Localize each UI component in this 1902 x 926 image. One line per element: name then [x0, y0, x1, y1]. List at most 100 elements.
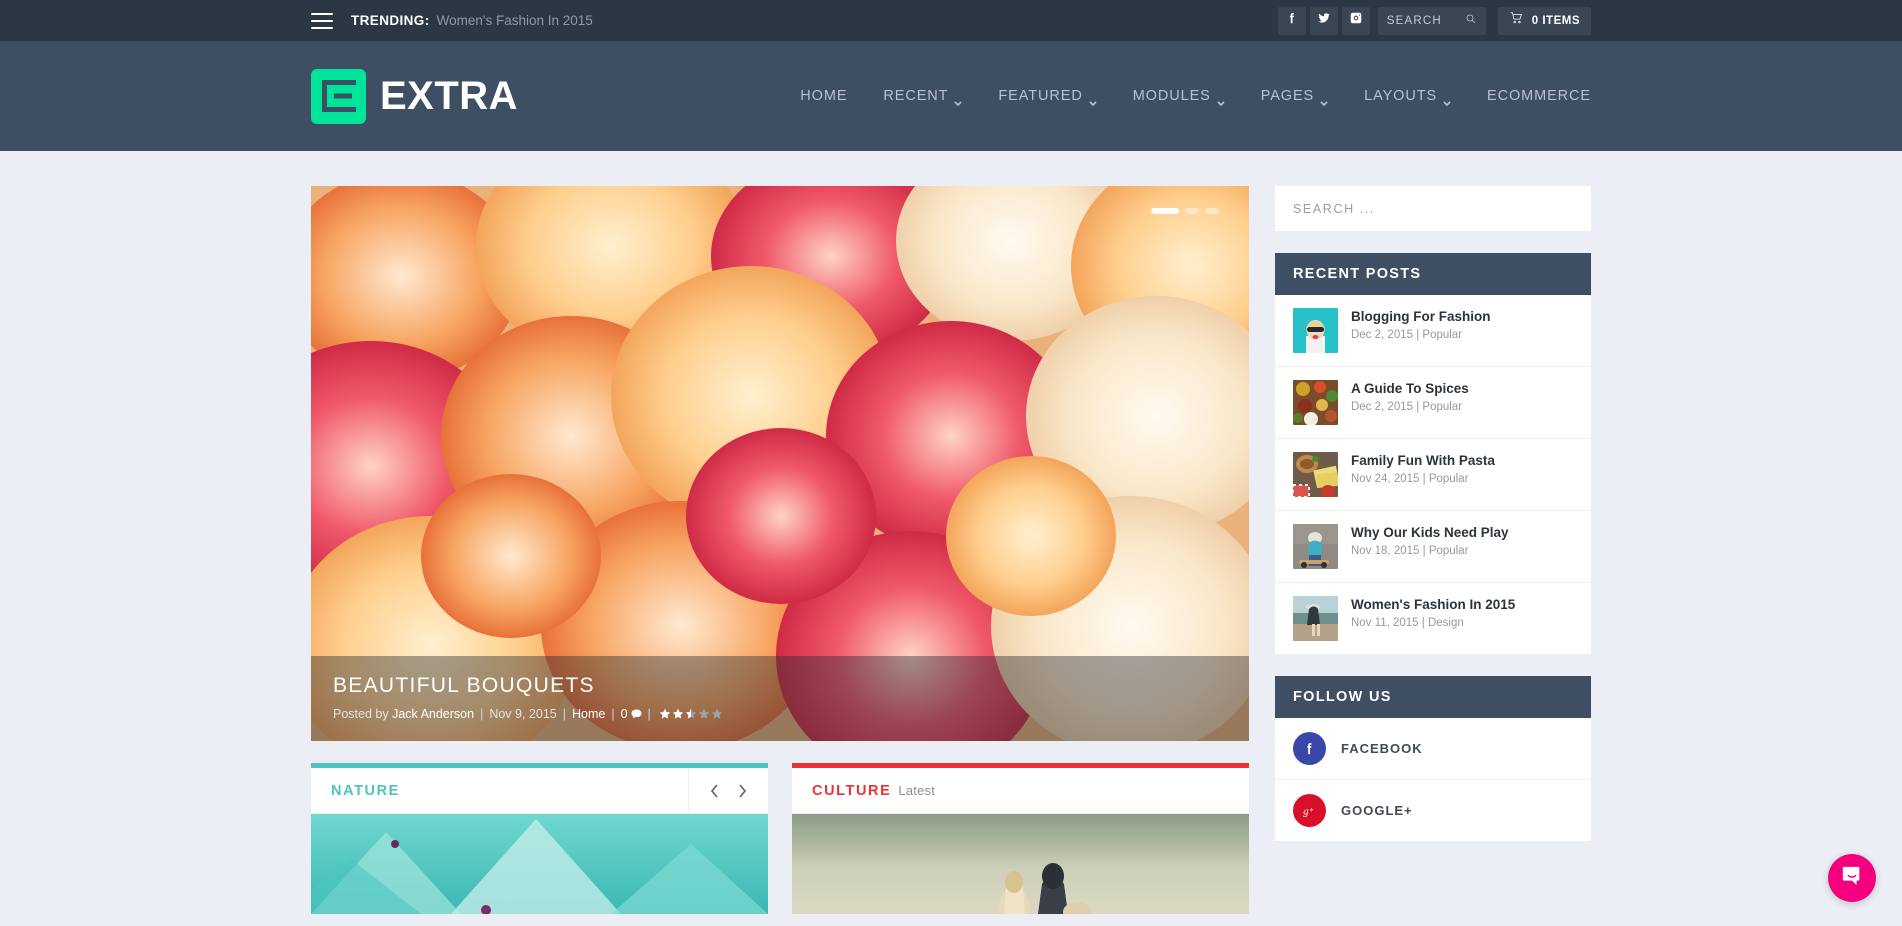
list-item[interactable]: Blogging For Fashion Dec 2, 2015 | Popul…	[1275, 295, 1591, 367]
post-meta: Nov 24, 2015 | Popular	[1351, 472, 1469, 485]
facebook-icon	[1293, 732, 1326, 765]
post-thumbnail	[1293, 524, 1338, 569]
module-featured-image[interactable]	[792, 814, 1249, 914]
star-icon-empty	[698, 708, 710, 719]
facebook-icon	[1285, 11, 1299, 30]
post-category-link[interactable]: Home	[572, 707, 605, 721]
featured-post-slider[interactable]: BEAUTIFUL BOUQUETS Posted by Jack Anders…	[311, 186, 1249, 741]
shopping-cart-icon	[1509, 11, 1524, 30]
sidebar: SEARCH ... RECENT POSTS Blogging For Fas…	[1275, 186, 1591, 863]
magnifier-icon	[1465, 12, 1477, 30]
site-header: EXTRA HOME RECENT FEATURED MODULES PAGES	[0, 41, 1902, 151]
chevron-down-icon	[1217, 94, 1225, 106]
nav-item-ecommerce[interactable]: ECOMMERCE	[1469, 88, 1591, 104]
logo-wordmark: EXTRA	[380, 74, 519, 118]
hamburger-icon[interactable]	[311, 12, 333, 29]
chevron-down-icon	[1089, 94, 1097, 106]
chevron-down-icon	[954, 94, 962, 106]
nav-label: HOME	[800, 88, 848, 104]
featured-post-caption: BEAUTIFUL BOUQUETS Posted by Jack Anders…	[311, 656, 1249, 741]
nav-label: LAYOUTS	[1364, 88, 1438, 104]
list-item[interactable]: Why Our Kids Need Play Nov 18, 2015 | Po…	[1275, 511, 1591, 583]
trending-headline-link[interactable]: Women's Fashion In 2015	[437, 13, 593, 28]
sidebar-search-placeholder: SEARCH ...	[1293, 201, 1375, 216]
module-nature: NATURE	[311, 763, 768, 914]
trending-label: TRENDING:	[351, 13, 430, 28]
post-thumbnail	[1293, 452, 1338, 497]
nav-item-featured[interactable]: FEATURED	[980, 88, 1114, 106]
widget-header: RECENT POSTS	[1275, 253, 1591, 295]
slider-dot-3[interactable]	[1205, 208, 1219, 214]
post-category: Popular	[1422, 400, 1463, 413]
chevron-left-icon[interactable]	[708, 783, 722, 799]
nav-label: ECOMMERCE	[1487, 88, 1591, 104]
post-thumbnail	[1293, 596, 1338, 641]
post-title: Blogging For Fashion	[1351, 309, 1491, 324]
module-title[interactable]: CULTURE	[812, 783, 891, 799]
list-item[interactable]: Women's Fashion In 2015 Nov 11, 2015 | D…	[1275, 583, 1591, 654]
facebook-button[interactable]	[1277, 6, 1306, 35]
widget-header: FOLLOW US	[1275, 676, 1591, 718]
star-icon-empty	[711, 708, 723, 719]
sidebar-search-input[interactable]: SEARCH ...	[1275, 186, 1591, 231]
svg-text:g: g	[1303, 806, 1308, 817]
nav-item-home[interactable]: HOME	[782, 88, 865, 104]
nav-item-recent[interactable]: RECENT	[865, 88, 980, 106]
post-meta: Dec 2, 2015 | Popular	[1351, 328, 1463, 341]
slider-pagination[interactable]	[1151, 208, 1219, 214]
comment-bubble-icon	[631, 709, 642, 719]
author-link[interactable]: Jack Anderson	[392, 707, 474, 721]
widget-title: RECENT POSTS	[1293, 266, 1422, 282]
post-title: Why Our Kids Need Play	[1351, 525, 1509, 540]
star-icon-filled	[672, 708, 684, 719]
comment-count[interactable]: 0	[621, 707, 628, 721]
slider-dot-2[interactable]	[1185, 208, 1199, 214]
post-title: A Guide To Spices	[1351, 381, 1469, 396]
post-title: Women's Fashion In 2015	[1351, 597, 1516, 612]
extra-logo-icon	[311, 68, 366, 124]
post-date: Nov 24, 2015	[1351, 472, 1420, 485]
search-label: SEARCH	[1386, 14, 1442, 27]
module-title[interactable]: NATURE	[331, 783, 400, 799]
nav-item-pages[interactable]: PAGES	[1243, 88, 1346, 106]
top-utility-bar: TRENDING: Women's Fashion In 2015 SEARCH	[0, 0, 1902, 41]
post-thumbnail	[1293, 308, 1338, 353]
post-date: Dec 2, 2015	[1351, 328, 1414, 341]
widget-recent-posts: RECENT POSTS Blogging For Fashion Dec 2,…	[1275, 253, 1591, 654]
cart-items-count: 0 ITEMS	[1531, 14, 1580, 27]
post-category: Popular	[1422, 328, 1463, 341]
slider-dot-1[interactable]	[1151, 208, 1179, 214]
category-modules-row: NATURE CULTURE Latest	[311, 763, 1249, 914]
post-date: Dec 2, 2015	[1351, 400, 1414, 413]
post-date: Nov 9, 2015	[489, 707, 557, 721]
chat-bubble-icon	[1841, 865, 1863, 892]
site-logo[interactable]: EXTRA	[311, 68, 519, 124]
module-subtitle: Latest	[898, 782, 936, 798]
search-input[interactable]: SEARCH	[1377, 6, 1486, 35]
post-thumbnail	[1293, 380, 1338, 425]
featured-post-title[interactable]: BEAUTIFUL BOUQUETS	[333, 674, 1227, 698]
list-item[interactable]: Family Fun With Pasta Nov 24, 2015 | Pop…	[1275, 439, 1591, 511]
star-icon-filled	[659, 708, 671, 719]
instagram-icon	[1349, 11, 1363, 30]
widget-title: FOLLOW US	[1293, 689, 1392, 705]
follow-item-facebook[interactable]: FACEBOOK	[1275, 718, 1591, 780]
post-date: Nov 18, 2015	[1351, 544, 1420, 557]
module-featured-image[interactable]	[311, 814, 768, 914]
star-rating[interactable]	[659, 708, 723, 720]
instagram-button[interactable]	[1341, 6, 1370, 35]
module-carousel-controls	[688, 767, 768, 814]
twitter-button[interactable]	[1309, 6, 1338, 35]
list-item[interactable]: A Guide To Spices Dec 2, 2015 | Popular	[1275, 367, 1591, 439]
post-category: Design	[1427, 616, 1464, 629]
widget-follow-us: FOLLOW US FACEBOOK g + GOOGLE+	[1275, 676, 1591, 841]
nav-item-layouts[interactable]: LAYOUTS	[1346, 88, 1469, 106]
nav-label: FEATURED	[998, 88, 1083, 104]
svg-text:+: +	[1310, 807, 1314, 814]
cart-button[interactable]: 0 ITEMS	[1497, 6, 1591, 35]
follow-label: GOOGLE+	[1341, 803, 1413, 818]
nav-item-modules[interactable]: MODULES	[1115, 88, 1243, 106]
follow-item-google-plus[interactable]: g + GOOGLE+	[1275, 780, 1591, 841]
chat-widget-button[interactable]	[1828, 854, 1876, 902]
chevron-right-icon[interactable]	[736, 783, 750, 799]
